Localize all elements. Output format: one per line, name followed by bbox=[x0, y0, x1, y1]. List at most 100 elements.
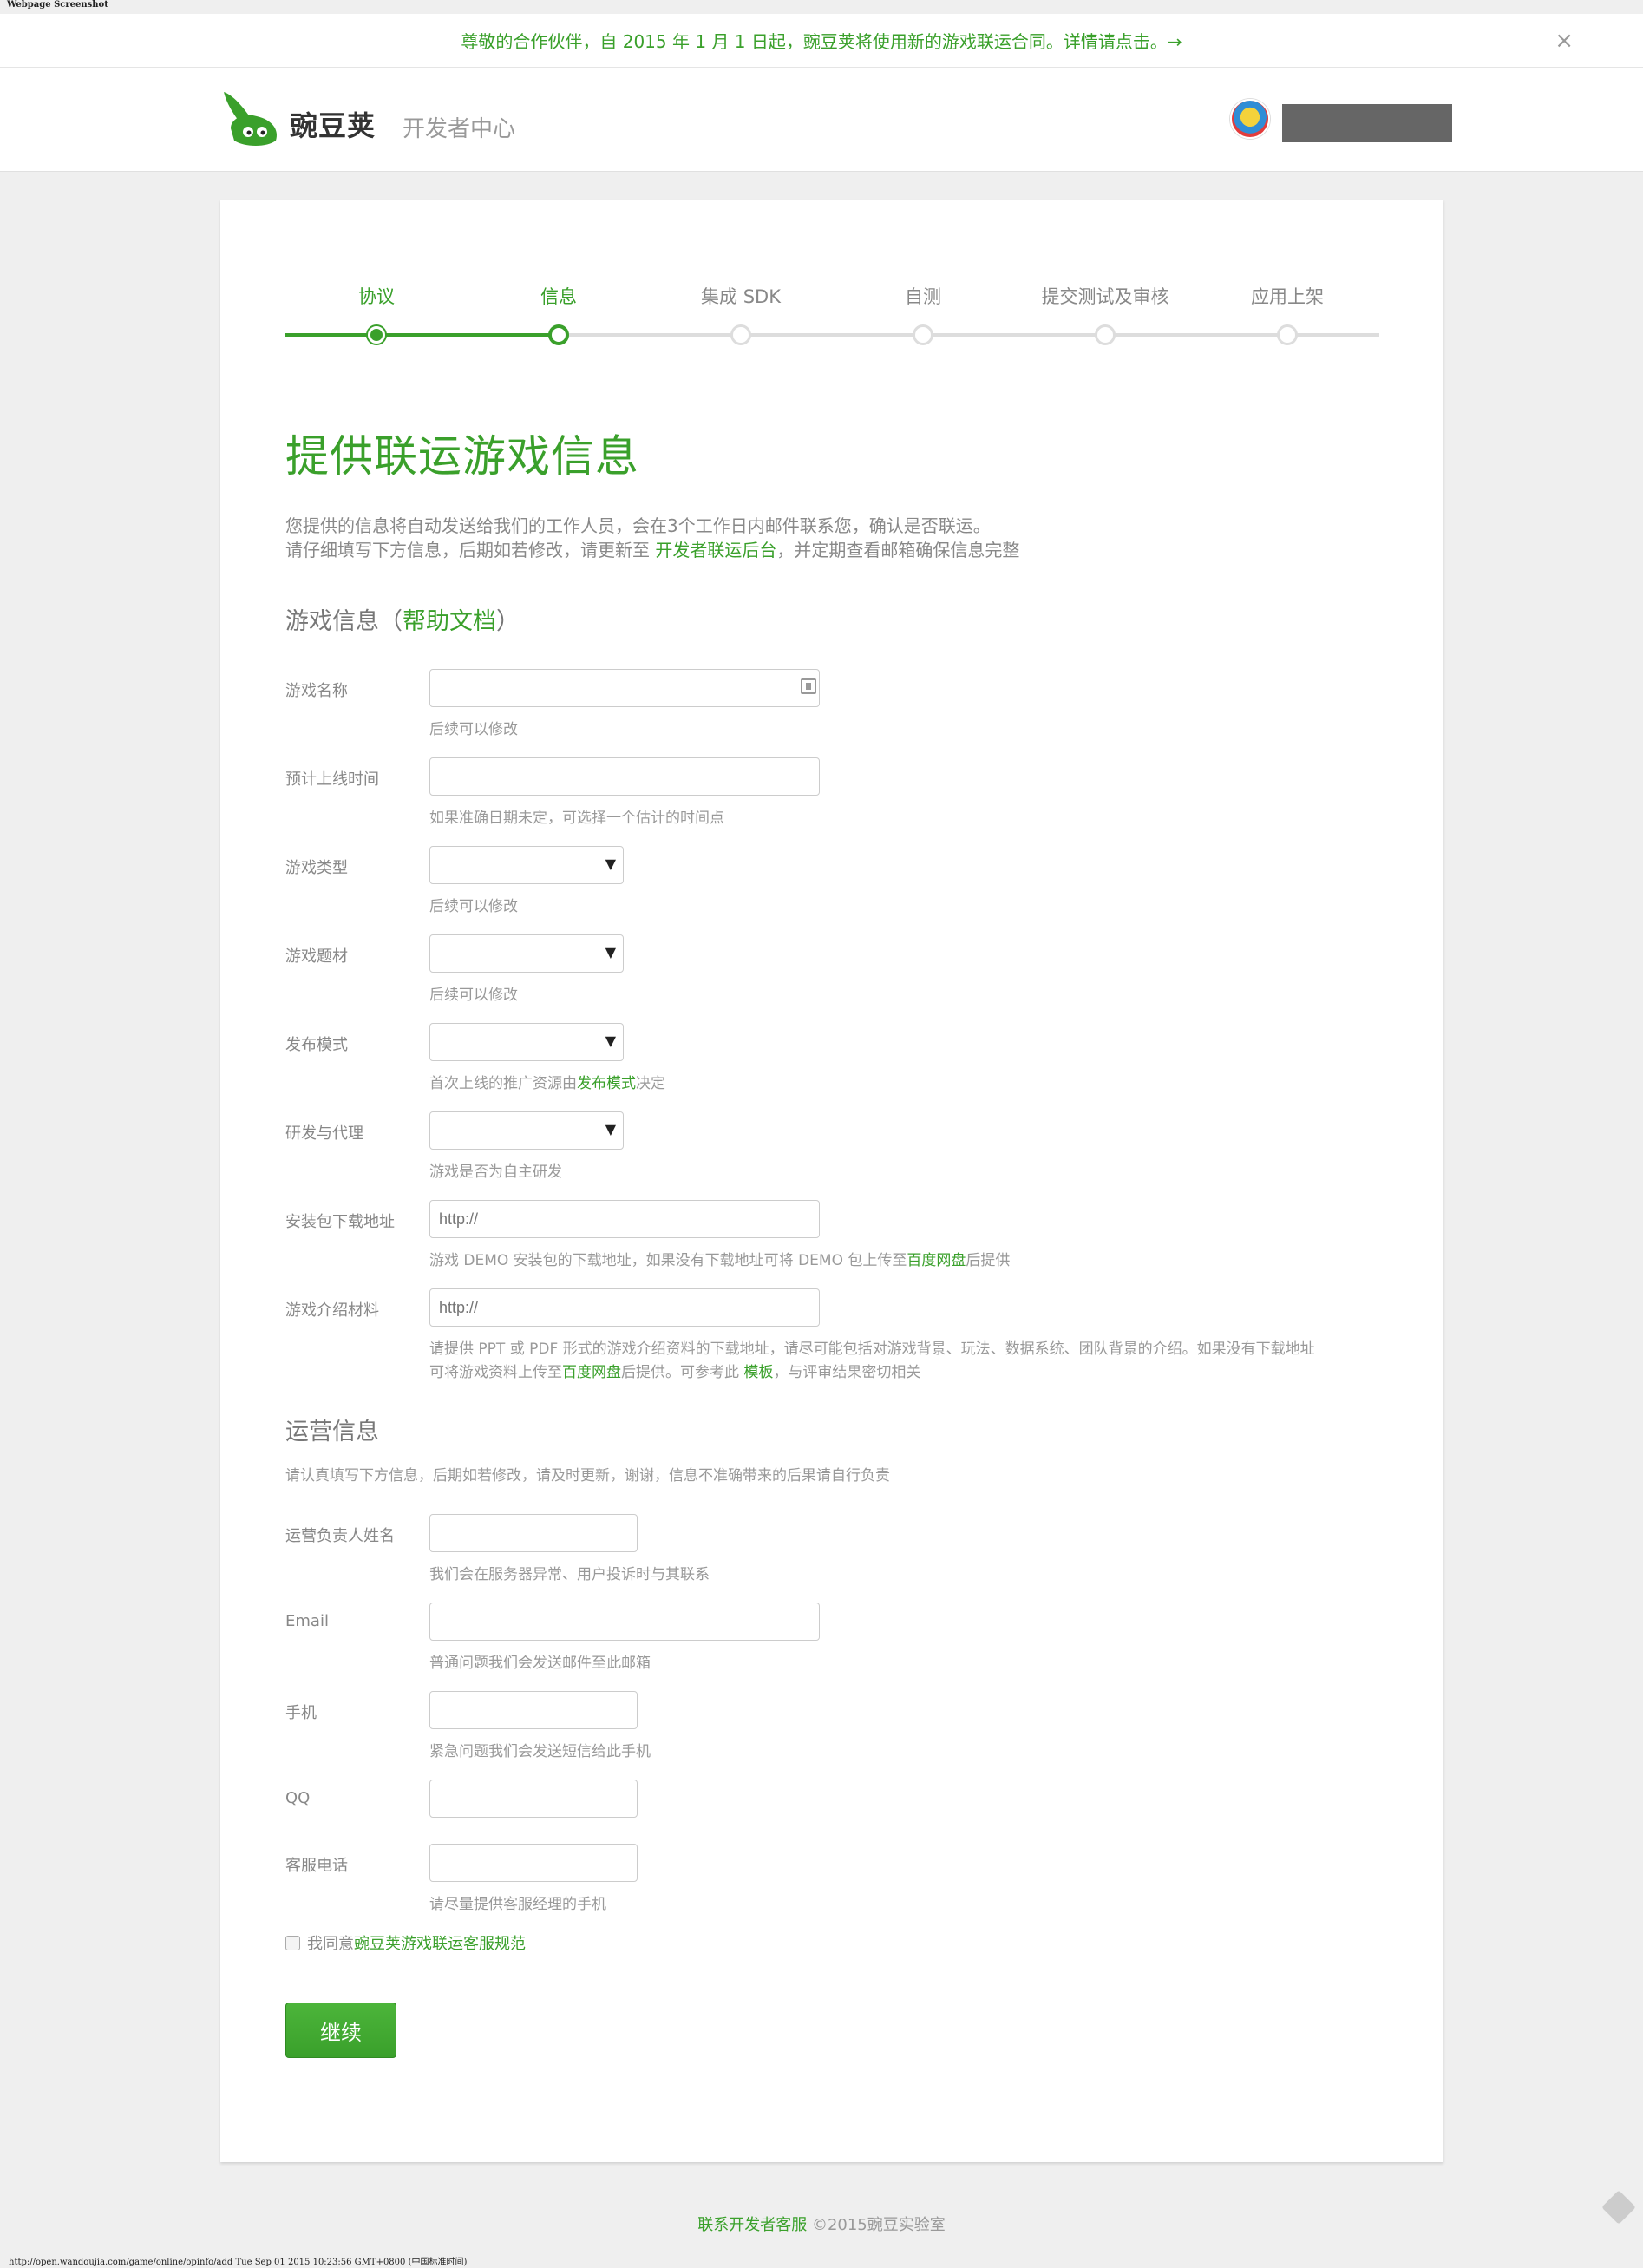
package-url-input[interactable] bbox=[429, 1200, 820, 1238]
intro-material-hint-post: ，与评审结果密切相关 bbox=[773, 1364, 921, 1381]
service-phone-input[interactable] bbox=[429, 1844, 638, 1882]
service-policy-link[interactable]: 豌豆荚游戏联运客服规范 bbox=[354, 1931, 526, 1954]
contract-notice-banner[interactable]: 尊敬的合作伙伴，自 2015 年 1 月 1 日起，豌豆荚将使用新的游戏联运合同… bbox=[0, 14, 1643, 68]
contact-dev-support-link[interactable]: 联系开发者客服 bbox=[697, 2216, 807, 2234]
step-dot-info bbox=[548, 324, 569, 345]
release-mode-select[interactable]: ▼ bbox=[429, 1023, 624, 1061]
intro-material-hint-mid: 后提供。可参考此 bbox=[621, 1364, 744, 1381]
step-dot-sdk bbox=[730, 324, 751, 345]
dropdown-caret-icon: ▼ bbox=[605, 1121, 616, 1137]
baidu-pan-link[interactable]: 百度网盘 bbox=[907, 1252, 966, 1269]
dropdown-caret-icon: ▼ bbox=[605, 855, 616, 872]
help-doc-link[interactable]: 帮助文档 bbox=[403, 608, 496, 635]
email-hint: 普通问题我们会发送邮件至此邮箱 bbox=[429, 1655, 651, 1672]
email-input[interactable] bbox=[429, 1603, 820, 1641]
step-dot-agreement bbox=[368, 326, 385, 344]
intro-line-2-pre: 请仔细填写下方信息，后期如若修改，请更新至 bbox=[285, 540, 656, 560]
intro-line-2-post: ，并定期查看邮箱确保信息完整 bbox=[776, 540, 1020, 560]
agree-row: 我同意 豌豆荚游戏联运客服规范 bbox=[285, 1931, 526, 1954]
user-avatar[interactable] bbox=[1230, 99, 1270, 139]
phone-hint: 紧急问题我们会发送短信给此手机 bbox=[429, 1743, 651, 1760]
launch-time-label: 预计上线时间 bbox=[285, 770, 379, 789]
paren-open: （ bbox=[379, 608, 403, 635]
game-type-hint: 后续可以修改 bbox=[429, 898, 518, 915]
agree-checkbox[interactable] bbox=[285, 1935, 300, 1950]
step-label-agreement: 协议 bbox=[358, 286, 395, 307]
ops-manager-input[interactable] bbox=[429, 1514, 638, 1552]
form-card bbox=[220, 200, 1443, 2162]
game-theme-hint: 后续可以修改 bbox=[429, 987, 518, 1004]
logo-text[interactable]: 豌豆荚 bbox=[290, 104, 376, 144]
dev-agency-hint: 游戏是否为自主研发 bbox=[429, 1163, 562, 1181]
copyright-text: ©2015豌豆实验室 bbox=[811, 2216, 946, 2234]
ops-manager-label: 运营负责人姓名 bbox=[285, 1527, 395, 1545]
phone-label: 手机 bbox=[285, 1704, 317, 1722]
template-link[interactable]: 模板 bbox=[743, 1364, 773, 1381]
notice-text[interactable]: 尊敬的合作伙伴，自 2015 年 1 月 1 日起，豌豆荚将使用新的游戏联运合同… bbox=[461, 28, 1182, 53]
game-name-input[interactable] bbox=[429, 669, 820, 707]
step-dot-selftest bbox=[913, 324, 933, 345]
qq-input[interactable] bbox=[429, 1780, 638, 1818]
dev-agency-select[interactable]: ▼ bbox=[429, 1111, 624, 1150]
launch-time-input[interactable] bbox=[429, 757, 820, 796]
progress-track-done bbox=[285, 333, 559, 337]
intro-material-hint-line1: 请提供 PPT 或 PDF 形式的游戏介绍资料的下载地址，请尽可能包括对游戏背景… bbox=[429, 1340, 1315, 1358]
package-url-hint-post: 后提供 bbox=[966, 1252, 1011, 1269]
username-redacted[interactable] bbox=[1282, 104, 1452, 142]
step-dot-review bbox=[1095, 324, 1116, 345]
continue-button[interactable]: 继续 bbox=[285, 2003, 396, 2058]
step-label-info: 信息 bbox=[540, 286, 577, 307]
game-theme-select[interactable]: ▼ bbox=[429, 934, 624, 973]
package-url-hint-pre: 游戏 DEMO 安装包的下载地址，如果没有下载地址可将 DEMO 包上传至 bbox=[429, 1252, 907, 1269]
game-name-hint: 后续可以修改 bbox=[429, 721, 518, 738]
step-label-review: 提交测试及审核 bbox=[1041, 286, 1169, 307]
dev-agency-label: 研发与代理 bbox=[285, 1124, 363, 1143]
intro-material-input[interactable] bbox=[429, 1288, 820, 1327]
package-url-label: 安装包下载地址 bbox=[285, 1213, 395, 1231]
dropdown-caret-icon: ▼ bbox=[605, 1032, 616, 1049]
intro-material-hint-pre: 可将游戏资料上传至 bbox=[429, 1364, 562, 1381]
game-theme-label: 游戏题材 bbox=[285, 947, 348, 966]
step-dot-publish bbox=[1277, 324, 1298, 345]
capture-label: Webpage Screenshot bbox=[7, 0, 108, 10]
intro-line-1: 您提供的信息将自动发送给我们的工作人员，会在3个工作日内邮件联系您，确认是否联运… bbox=[285, 515, 991, 536]
page-title: 提供联运游戏信息 bbox=[285, 431, 639, 482]
capture-footer: http://open.wandoujia.com/game/online/op… bbox=[9, 2258, 468, 2267]
service-phone-hint: 请尽量提供客服经理的手机 bbox=[429, 1896, 606, 1913]
baidu-pan-link-2[interactable]: 百度网盘 bbox=[562, 1364, 621, 1381]
game-name-label: 游戏名称 bbox=[285, 682, 348, 700]
progress-track-pending bbox=[559, 333, 1379, 337]
ops-info-heading: 运营信息 bbox=[285, 1419, 379, 1445]
launch-time-hint: 如果准确日期未定，可选择一个估计的时间点 bbox=[429, 810, 724, 827]
ops-info-desc: 请认真填写下方信息，后期如若修改，请及时更新，谢谢，信息不准确带来的后果请自行负… bbox=[285, 1467, 890, 1485]
release-mode-hint-pre: 首次上线的推广资源由 bbox=[429, 1075, 577, 1092]
intro-line-2: 请仔细填写下方信息，后期如若修改，请更新至 开发者联运后台，并定期查看邮箱确保信… bbox=[285, 536, 1019, 561]
ops-manager-hint: 我们会在服务器异常、用户投诉时与其联系 bbox=[429, 1566, 710, 1583]
game-type-label: 游戏类型 bbox=[285, 859, 348, 877]
step-label-selftest: 自测 bbox=[905, 286, 941, 307]
site-header: 豌豆荚 开发者中心 bbox=[0, 68, 1643, 172]
intro-material-label: 游戏介绍材料 bbox=[285, 1301, 379, 1320]
agree-text: 我同意 bbox=[307, 1935, 354, 1953]
service-phone-label: 客服电话 bbox=[285, 1857, 348, 1875]
game-info-heading-text: 游戏信息 bbox=[285, 608, 379, 635]
email-label: Email bbox=[285, 1612, 329, 1630]
intro-material-hint-line2: 可将游戏资料上传至百度网盘后提供。可参考此 模板，与评审结果密切相关 bbox=[429, 1360, 920, 1381]
paren-close: ） bbox=[496, 608, 520, 635]
release-mode-hint-post: 决定 bbox=[636, 1075, 665, 1092]
dropdown-caret-icon: ▼ bbox=[605, 944, 616, 960]
step-label-sdk: 集成 SDK bbox=[701, 286, 781, 307]
game-info-heading: 游戏信息（帮助文档） bbox=[285, 602, 520, 636]
step-label-publish: 应用上架 bbox=[1251, 286, 1324, 307]
ops-backend-link[interactable]: 开发者联运后台 bbox=[655, 540, 776, 560]
phone-input[interactable] bbox=[429, 1691, 638, 1729]
contact-card-icon[interactable] bbox=[801, 678, 816, 694]
qq-label: QQ bbox=[285, 1789, 311, 1807]
close-icon[interactable]: × bbox=[1555, 28, 1574, 54]
page-footer: 联系开发者客服 ©2015豌豆实验室 bbox=[0, 2212, 1643, 2235]
package-url-hint: 游戏 DEMO 安装包的下载地址，如果没有下载地址可将 DEMO 包上传至百度网… bbox=[429, 1248, 1010, 1269]
game-type-select[interactable]: ▼ bbox=[429, 846, 624, 884]
release-mode-link[interactable]: 发布模式 bbox=[577, 1075, 636, 1092]
pea-logo-icon[interactable] bbox=[219, 87, 281, 149]
release-mode-hint: 首次上线的推广资源由发布模式决定 bbox=[429, 1071, 665, 1092]
